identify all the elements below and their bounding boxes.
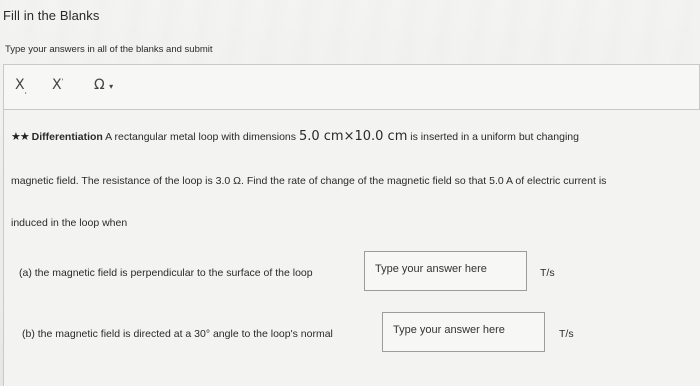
question-topic: Differentiation	[31, 131, 103, 143]
part-b-label: (b) the magnetic field is directed at a …	[22, 328, 333, 340]
chevron-down-icon: ▾	[109, 82, 114, 91]
part-b-answer-input[interactable]: Type your answer here	[382, 312, 545, 352]
part-a-answer-input[interactable]: Type your answer here	[364, 251, 527, 291]
question-line-2: magnetic field. The resistance of the lo…	[11, 175, 607, 187]
question-content-area[interactable]: ★★ Differentiation A rectangular metal l…	[3, 110, 700, 386]
superscript-button[interactable]: X'	[52, 77, 64, 93]
instructions-text: Type your answers in all of the blanks a…	[5, 44, 213, 55]
special-symbol-dropdown[interactable]: Ω ▾	[94, 77, 113, 93]
subscript-button[interactable]: X,	[15, 77, 27, 95]
superscript-icon: X'	[52, 77, 64, 93]
difficulty-stars-icon: ★★	[11, 131, 30, 143]
subscript-icon: X,	[15, 77, 27, 95]
part-b-unit: T/s	[559, 328, 574, 340]
question-line-3: induced in the loop when	[11, 217, 128, 229]
page-title: Fill in the Blanks	[3, 8, 100, 23]
formatting-toolbar: X, X' Ω ▾	[3, 64, 700, 110]
question-line-1: ★★ Differentiation A rectangular metal l…	[11, 129, 579, 144]
omega-icon: Ω	[94, 77, 105, 93]
part-a-unit: T/s	[540, 267, 555, 279]
part-a-label: (a) the magnetic field is perpendicular …	[19, 267, 313, 279]
